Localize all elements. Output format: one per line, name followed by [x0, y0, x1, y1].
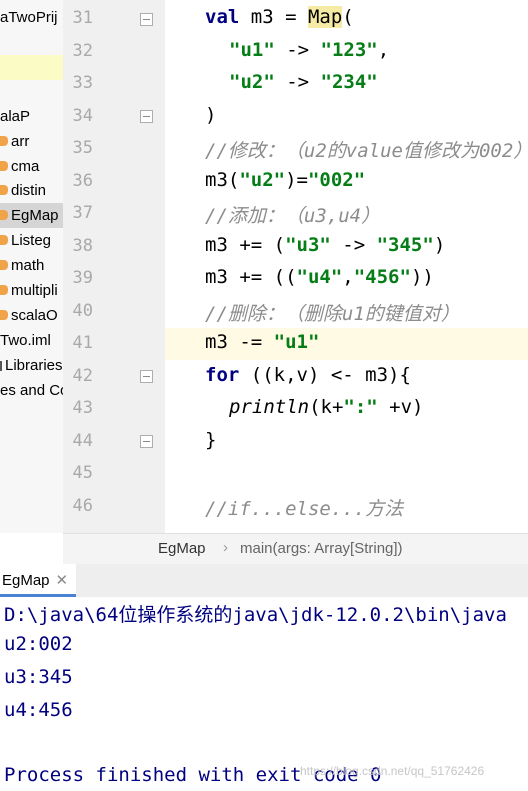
console-line: u3:345: [4, 666, 73, 688]
tree-item-listeg[interactable]: Listeg: [0, 228, 51, 253]
code-comment: //添加：（u3,u4）: [205, 205, 381, 227]
code-line: val m3 = Map(: [205, 6, 354, 28]
code-comment: //if...else...方法: [205, 498, 404, 520]
line-number: 43: [72, 398, 93, 418]
code-line: m3 -= "u1": [205, 331, 320, 353]
tree-item-scratches[interactable]: es and Co: [0, 378, 64, 403]
fold-marker-icon[interactable]: [140, 435, 153, 448]
close-icon[interactable]: ✕: [56, 572, 69, 589]
code-line: }: [205, 429, 217, 451]
tree-item-libraries[interactable]: Libraries: [0, 353, 63, 378]
console-line: u4:456: [4, 699, 73, 721]
line-number: 35: [72, 138, 93, 158]
code-line: ): [205, 104, 217, 126]
tree-item-label: Two.iml: [0, 332, 51, 349]
line-number: 46: [72, 496, 93, 516]
line-number: 45: [72, 463, 93, 483]
console-line: u2:002: [4, 633, 73, 655]
project-tree-panel: aTwoPrij alaP arr cma distin EgMap Liste…: [0, 0, 64, 533]
tree-item-label: math: [11, 257, 45, 274]
tree-item-egmap[interactable]: EgMap: [0, 203, 63, 228]
code-line: "u1" -> "123",: [229, 39, 390, 61]
breadcrumb-method[interactable]: main(args: Array[String]): [240, 540, 403, 557]
line-number: 32: [72, 41, 93, 61]
tree-item-label: cma: [11, 158, 40, 175]
folder-icon: [0, 310, 8, 321]
code-line: println(k+":" +v): [229, 396, 424, 418]
folder-icon: [0, 185, 8, 196]
code-line: "u2" -> "234": [229, 71, 378, 93]
folder-icon: [0, 235, 8, 246]
tree-item-distin[interactable]: distin: [0, 178, 46, 203]
line-number: 39: [72, 268, 93, 288]
tree-item-label: EgMap: [11, 207, 59, 224]
watermark-text: https://blog.csdn.net/qq_51762426: [300, 764, 485, 778]
code-line: for ((k,v) <- m3){: [205, 364, 411, 386]
run-console[interactable]: D:\java\64位操作系统的java\jdk-12.0.2\bin\java…: [0, 597, 528, 791]
code-line: m3("u2")="002": [205, 169, 366, 191]
folder-icon: [0, 210, 8, 221]
line-number: 38: [72, 236, 93, 256]
tree-item-label: scalaO: [11, 307, 58, 324]
tree-item-iml[interactable]: Two.iml: [0, 328, 51, 353]
folder-icon: [0, 136, 8, 147]
code-comment: //修改：（u2的value值修改为002）: [205, 140, 528, 162]
tree-item-multipli[interactable]: multipli: [0, 278, 58, 303]
tree-item-label: alaP: [0, 108, 31, 125]
fold-marker-icon[interactable]: [140, 110, 153, 123]
tree-item-cma[interactable]: cma: [0, 154, 39, 179]
fold-marker-icon[interactable]: [140, 13, 153, 26]
tree-item-label: distin: [11, 182, 47, 199]
tree-item-math[interactable]: math: [0, 253, 44, 278]
tree-item-label: multipli: [11, 282, 58, 299]
code-line: m3 += ("u3" -> "345"): [205, 234, 446, 256]
line-number: 42: [72, 366, 93, 386]
code-editor[interactable]: val m3 = Map( "u1" -> "123", "u2" -> "23…: [165, 0, 528, 533]
project-root-label: aTwoPrij: [0, 9, 58, 26]
tree-item-arr[interactable]: arr: [0, 129, 29, 154]
library-icon: [0, 361, 2, 372]
run-tab-egmap[interactable]: EgMap ✕: [0, 564, 77, 597]
run-tab-label: EgMap: [2, 572, 50, 589]
run-tool-window-tabs: EgMap ✕: [0, 564, 528, 598]
code-comment: //删除：（删除u1的键值对）: [205, 303, 460, 325]
tree-item-scalap[interactable]: alaP: [0, 104, 30, 129]
folder-icon: [0, 285, 8, 296]
breadcrumb-bar: EgMap › main(args: Array[String]): [63, 533, 528, 565]
line-number: 36: [72, 171, 93, 191]
line-number: 33: [72, 73, 93, 93]
breadcrumb-separator: ›: [223, 539, 228, 556]
fold-marker-icon[interactable]: [140, 370, 153, 383]
tree-item-scalao[interactable]: scalaO: [0, 303, 58, 328]
line-number: 41: [72, 333, 93, 353]
tree-item-label: Libraries: [5, 357, 63, 374]
project-root-item[interactable]: aTwoPrij: [0, 5, 58, 30]
line-number: 44: [72, 431, 93, 451]
tree-item-label: Listeg: [11, 232, 52, 249]
line-number: 40: [72, 301, 93, 321]
folder-icon: [0, 260, 8, 271]
line-number: 31: [72, 8, 93, 28]
breadcrumb-object[interactable]: EgMap: [158, 540, 206, 557]
folder-icon: [0, 161, 8, 172]
tree-item-blank[interactable]: [0, 55, 63, 80]
console-line: D:\java\64位操作系统的java\jdk-12.0.2\bin\java: [4, 604, 507, 626]
line-number: 37: [72, 203, 93, 223]
code-line: m3 += (("u4","456")): [205, 266, 434, 288]
line-number: 34: [72, 106, 93, 126]
tree-item-label: es and Co: [0, 382, 64, 399]
tree-item-label: arr: [11, 133, 30, 150]
